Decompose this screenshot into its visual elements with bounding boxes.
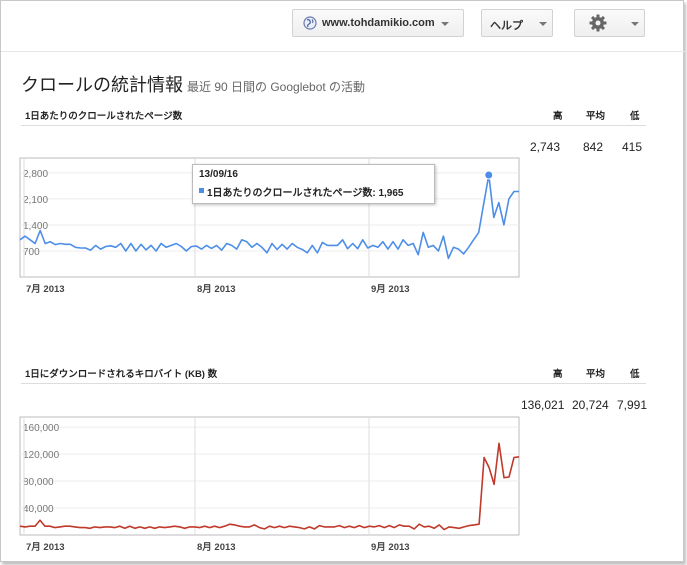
chevron-down-icon [631, 22, 639, 26]
globe-icon [303, 16, 317, 30]
column-high-label: 高 [553, 369, 563, 380]
main-panel: www.tohdamikio.com ヘルプ クロールの統計情報 最近 90 日… [0, 0, 685, 562]
help-menu-button[interactable]: ヘルプ [481, 9, 553, 37]
x-tick-label: 8月 2013 [197, 284, 236, 295]
y-tick-label: 160,000 [23, 423, 60, 434]
x-tick-label: 8月 2013 [197, 542, 236, 553]
highlighted-point[interactable] [484, 170, 494, 180]
gear-icon [589, 14, 607, 32]
toolbar-divider [1, 51, 685, 52]
top-toolbar: www.tohdamikio.com ヘルプ [1, 1, 685, 51]
y-tick-label: 40,000 [23, 504, 54, 515]
column-low-label: 低 [630, 369, 640, 380]
y-tick-label: 2,100 [23, 195, 48, 206]
series-swatch-icon [199, 188, 204, 193]
column-avg-label: 平均 [586, 111, 606, 122]
column-high-label: 高 [553, 111, 563, 122]
chevron-down-icon [539, 22, 547, 26]
kb-downloaded-title: 1日にダウンロードされるキロバイト (KB) 数 [25, 369, 218, 380]
y-tick-label: 1,400 [23, 221, 48, 232]
kb-downloaded-chart[interactable]: 40,000 80,000 120,000 160,000 7月 2013 8月 2013… [1, 409, 685, 559]
tooltip-value: 1日あたりのクロールされたページ数: 1,965 [207, 188, 404, 199]
settings-button[interactable] [574, 9, 645, 37]
page-subtitle: 最近 90 日間の Googlebot の活動 [187, 80, 366, 94]
y-tick-label: 80,000 [23, 477, 54, 488]
chart-tooltip: 13/09/16 1日あたりのクロールされたページ数: 1,965 [192, 164, 435, 204]
column-low-label: 低 [630, 111, 640, 122]
column-avg-label: 平均 [586, 369, 606, 380]
y-tick-label: 700 [23, 247, 40, 258]
x-tick-label: 7月 2013 [26, 284, 65, 295]
x-tick-label: 9月 2013 [371, 284, 410, 295]
crawled-pages-header: 1日あたりのクロールされたページ数 高 平均 低 [21, 106, 646, 126]
page-title-text: クロールの統計情報 [21, 75, 183, 95]
site-selector-label: www.tohdamikio.com [322, 17, 435, 29]
help-menu-label: ヘルプ [490, 20, 523, 32]
x-tick-label: 9月 2013 [371, 542, 410, 553]
y-tick-label: 120,000 [23, 450, 60, 461]
x-tick-label: 7月 2013 [26, 542, 65, 553]
tooltip-date: 13/09/16 [199, 169, 238, 180]
plot-area [19, 416, 520, 536]
kb-downloaded-header: 1日にダウンロードされるキロバイト (KB) 数 高 平均 低 [21, 364, 646, 384]
crawled-pages-title: 1日あたりのクロールされたページ数 [25, 111, 183, 122]
chevron-down-icon [441, 22, 449, 26]
page-title: クロールの統計情報 最近 90 日間の Googlebot の活動 [21, 71, 365, 97]
site-selector-button[interactable]: www.tohdamikio.com [292, 9, 464, 37]
y-tick-label: 2,800 [23, 169, 48, 180]
